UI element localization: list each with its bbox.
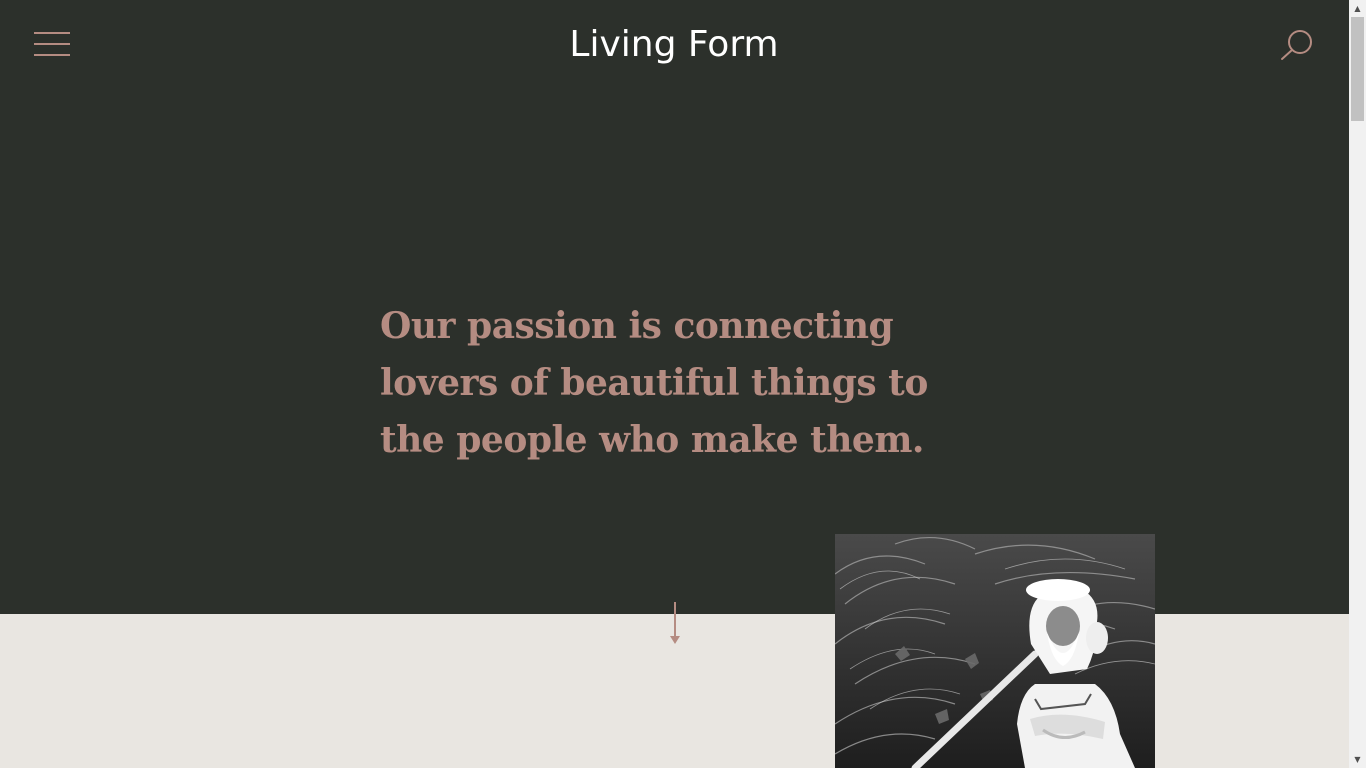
menu-bar-top — [34, 32, 70, 34]
vertical-scrollbar[interactable]: ▲ ▼ — [1349, 0, 1366, 768]
feature-photo — [835, 534, 1155, 768]
arrow-down-icon — [670, 602, 680, 644]
menu-bar-bottom — [34, 54, 70, 56]
menu-bar-middle — [34, 43, 70, 45]
search-button[interactable] — [1278, 28, 1318, 62]
hero-section: Living Form Our passion is connecting lo… — [0, 0, 1349, 614]
page: Living Form Our passion is connecting lo… — [0, 0, 1366, 768]
feature-photo-image — [835, 534, 1155, 768]
scroll-down-button[interactable] — [666, 600, 684, 646]
scroll-down-arrow-icon[interactable]: ▼ — [1349, 751, 1366, 768]
search-icon — [1281, 30, 1312, 60]
hamburger-menu-button[interactable] — [34, 32, 70, 58]
site-logo[interactable]: Living Form — [474, 22, 874, 68]
scrollbar-thumb[interactable] — [1351, 17, 1364, 121]
scroll-up-arrow-icon[interactable]: ▲ — [1349, 0, 1366, 17]
hero-headline: Our passion is connecting lovers of beau… — [380, 305, 928, 461]
